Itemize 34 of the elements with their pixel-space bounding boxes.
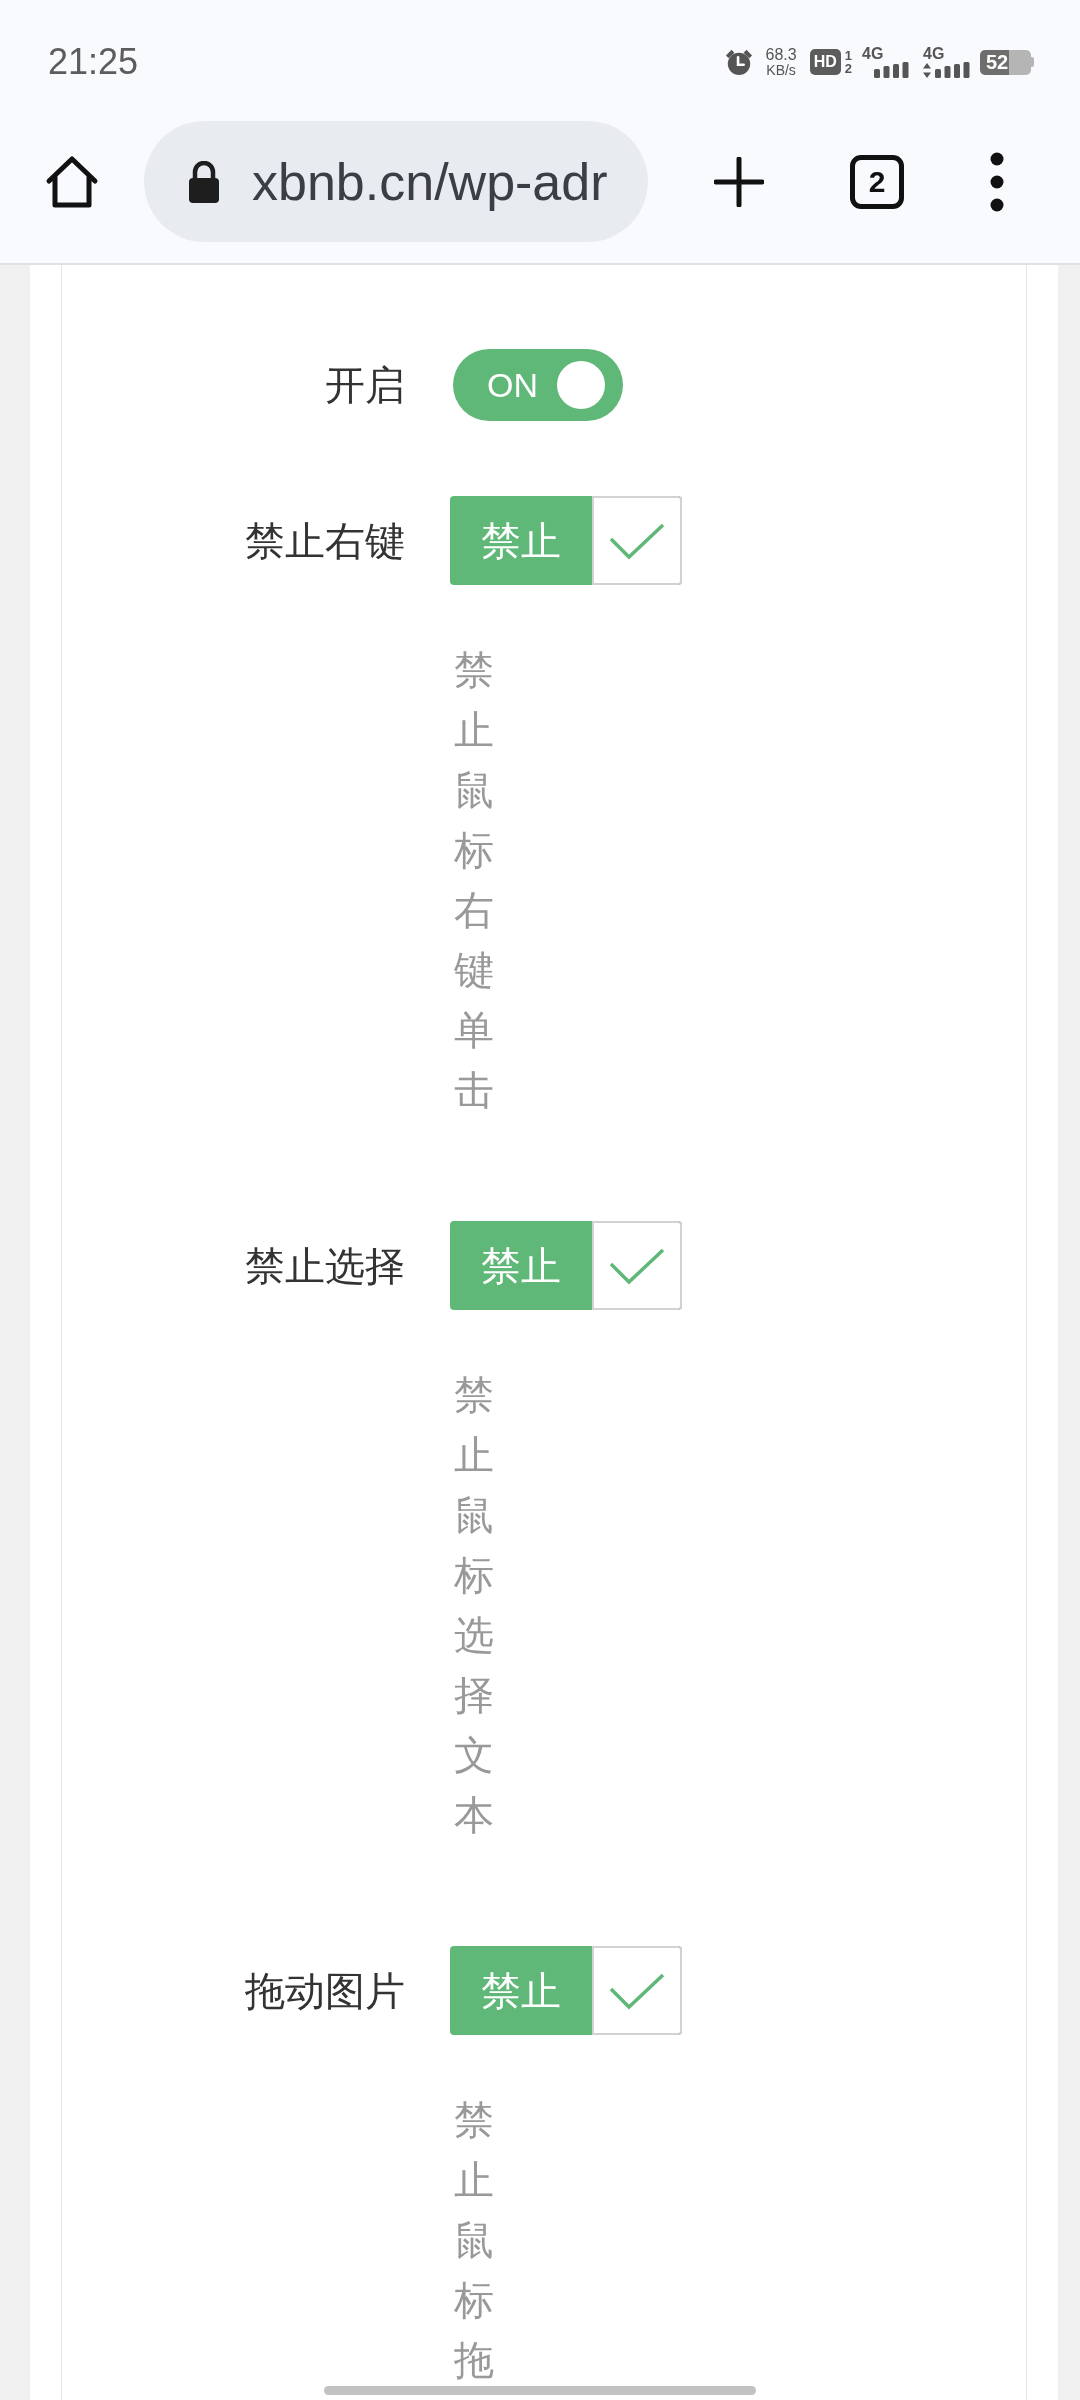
network-speed: 68.3 bbox=[765, 47, 797, 63]
checkmark-icon bbox=[592, 1221, 682, 1310]
signal-bars-icon bbox=[874, 62, 909, 78]
home-icon[interactable] bbox=[45, 154, 99, 209]
checkbox[interactable]: 禁止 bbox=[450, 496, 682, 585]
checkmark-icon bbox=[592, 496, 682, 585]
sim-slot-number: 2 bbox=[844, 62, 852, 75]
network-type: 4G bbox=[862, 46, 884, 61]
data-arrows-icon bbox=[923, 63, 931, 78]
network-type: 4G bbox=[923, 46, 945, 61]
signal-bars-icon bbox=[935, 62, 970, 78]
lock-icon bbox=[188, 160, 220, 203]
tab-count-button[interactable]: 2 bbox=[850, 154, 904, 209]
alarm-clock-icon bbox=[724, 48, 753, 76]
field-label: 禁止右键 bbox=[245, 517, 405, 565]
plus-icon[interactable] bbox=[714, 156, 764, 207]
field-label: 拖动图片 bbox=[245, 1967, 405, 2015]
toggle-switch[interactable]: ON bbox=[453, 349, 623, 421]
checkbox[interactable]: 禁止 bbox=[450, 1221, 682, 1310]
hint-text: 禁止鼠标右键单击 bbox=[454, 647, 494, 1114]
address-bar[interactable]: xbnb.cn/wp-adr bbox=[144, 121, 648, 242]
checkbox[interactable]: 禁止 bbox=[450, 1946, 682, 2035]
field-label: 禁止选择 bbox=[245, 1242, 405, 1290]
switch-knob bbox=[557, 361, 605, 409]
sim-slot-number: 1 bbox=[844, 49, 852, 62]
hd-indicator: HD bbox=[809, 49, 841, 75]
battery-indicator: 52 bbox=[980, 49, 1034, 75]
speed-unit: KB/s bbox=[766, 63, 796, 77]
status-time: 21:25 bbox=[48, 44, 139, 80]
menu-icon[interactable] bbox=[990, 151, 1004, 212]
field-label: 开启 bbox=[325, 362, 405, 409]
checkmark-icon bbox=[592, 1946, 682, 2035]
hint-text: 禁止鼠标拖 bbox=[454, 2097, 494, 2384]
hint-text: 禁止鼠标选择文本 bbox=[454, 1372, 494, 1839]
